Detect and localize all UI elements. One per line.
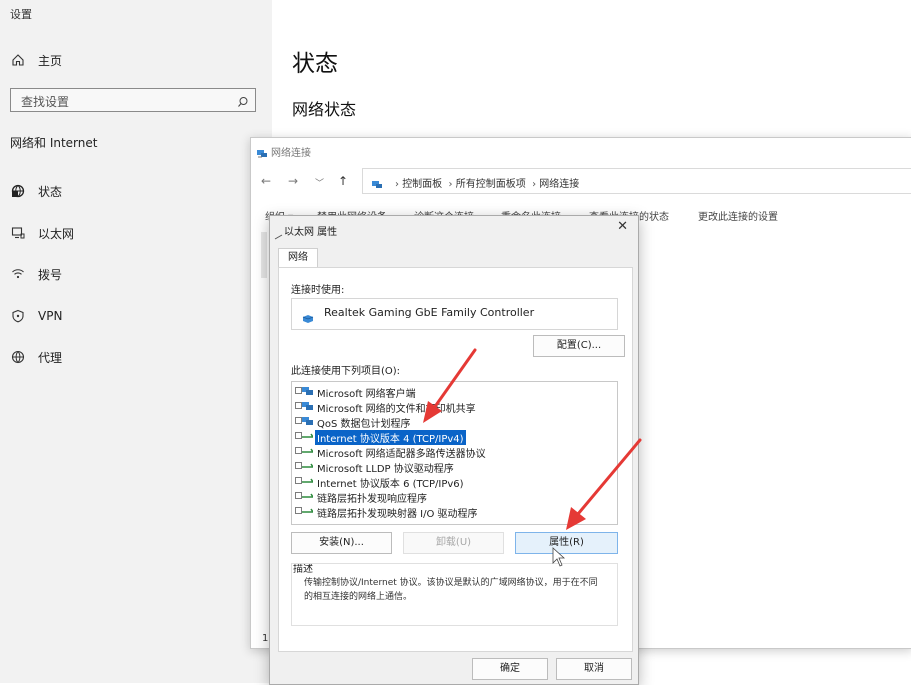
configure-button[interactable]: 配置(C)... [533, 335, 625, 357]
proxy-globe-icon [10, 349, 26, 365]
address-bar[interactable]: › 控制面板 › 所有控制面板项 › 网络连接 [362, 168, 911, 194]
list-item[interactable]: Microsoft 网络客户端 [292, 384, 617, 400]
home-icon [10, 52, 26, 68]
explorer-navbar: ← → ﹀ ↑ › 控制面板 › 所有控制面板项 › 网络连接 [251, 166, 911, 196]
list-item-selected[interactable]: Internet 协议版本 4 (TCP/IPv4) [292, 429, 617, 446]
list-item[interactable]: QoS 数据包计划程序 [292, 414, 617, 430]
network-adapter-icon [302, 309, 314, 328]
page-title: 状态 [292, 51, 338, 77]
item-checkbox[interactable] [295, 417, 302, 424]
page-subtitle: 网络状态 [292, 100, 357, 119]
protocol-icon [302, 446, 315, 457]
item-label: 链路层拓扑发现映射器 I/O 驱动程序 [317, 509, 478, 520]
item-checkbox[interactable] [295, 507, 302, 514]
explorer-titlebar[interactable]: 网络连接 [251, 138, 911, 164]
address-network-icon [371, 175, 383, 194]
list-item[interactable]: Microsoft 网络的文件和打印机共享 [292, 399, 617, 415]
network-client-icon [302, 386, 313, 399]
nav-proxy[interactable]: 代理 [0, 342, 272, 372]
item-label: Internet 协议版本 4 (TCP/IPv4) [314, 429, 467, 446]
network-folder-icon [256, 144, 268, 163]
description-text: 传输控制协议/Internet 协议。该协议是默认的广域网络协议，用于在不同的相… [304, 578, 598, 602]
settings-search-input[interactable]: 查找设置 [10, 88, 256, 112]
settings-app-title: 设置 [10, 8, 32, 21]
item-checkbox[interactable] [295, 432, 302, 439]
wifi-icon [10, 266, 26, 282]
explorer-title: 网络连接 [271, 148, 311, 159]
item-label: Microsoft 网络客户端 [317, 389, 416, 400]
breadcrumb-control-panel[interactable]: 控制面板 [402, 179, 442, 190]
settings-sidebar: 设置 主页 查找设置 网络和 Internet 状态 以太网 拨号 VPN 代理 [0, 0, 272, 683]
protocol-icon [302, 491, 315, 502]
file-share-icon [302, 401, 313, 414]
item-label: QoS 数据包计划程序 [317, 419, 411, 430]
adapter-field: Realtek Gaming GbE Family Controller [291, 298, 618, 330]
close-icon[interactable]: ✕ [617, 219, 628, 234]
breadcrumb-all-items[interactable]: 所有控制面板项 [456, 179, 526, 190]
cancel-button[interactable]: 取消 [556, 658, 632, 680]
nav-status-label: 状态 [38, 184, 63, 199]
item-label: Microsoft LLDP 协议驱动程序 [317, 464, 454, 475]
tab-network[interactable]: 网络 [278, 248, 318, 268]
ethernet-properties-dialog: 以太网 属性 ✕ 网络 连接时使用: Realtek Gaming GbE Fa… [269, 215, 639, 685]
item-checkbox[interactable] [295, 477, 302, 484]
properties-button[interactable]: 属性(R) [515, 532, 618, 554]
item-checkbox[interactable] [295, 387, 302, 394]
search-placeholder: 查找设置 [21, 95, 70, 109]
vpn-shield-icon [10, 308, 26, 324]
monitor-icon [10, 225, 26, 241]
install-button[interactable]: 安装(N)... [291, 532, 392, 554]
protocol-icon [302, 506, 315, 517]
item-label: Microsoft 网络的文件和打印机共享 [317, 404, 476, 415]
forward-arrow-icon[interactable]: → [288, 174, 298, 188]
qos-icon [302, 416, 313, 429]
nav-home[interactable]: 主页 [0, 45, 272, 75]
nav-dialup-label: 拨号 [38, 267, 63, 282]
item-label: Internet 协议版本 6 (TCP/IPv6) [317, 479, 464, 490]
item-checkbox[interactable] [295, 402, 302, 409]
globe-icon [10, 183, 26, 199]
nav-ethernet[interactable]: 以太网 [0, 218, 272, 248]
list-item[interactable]: Internet 协议版本 6 (TCP/IPv6) [292, 474, 617, 490]
uninstall-button[interactable]: 卸载(U) [403, 532, 504, 554]
items-label: 此连接使用下列项目(O): [291, 366, 401, 377]
list-item[interactable]: Microsoft LLDP 协议驱动程序 [292, 459, 617, 475]
nav-home-label: 主页 [38, 53, 63, 68]
item-label: 链路层拓扑发现响应程序 [317, 494, 427, 505]
network-tab-panel: 连接时使用: Realtek Gaming GbE Family Control… [278, 267, 633, 652]
nav-proxy-label: 代理 [38, 350, 63, 365]
breadcrumb-network-connections[interactable]: 网络连接 [539, 179, 579, 190]
nav-dialup[interactable]: 拨号 [0, 259, 272, 289]
item-checkbox[interactable] [295, 462, 302, 469]
item-count: 1 [262, 633, 269, 644]
connect-using-label: 连接时使用: [291, 285, 345, 296]
item-checkbox[interactable] [295, 492, 302, 499]
connection-item-stub[interactable] [261, 232, 267, 278]
recent-dropdown-icon[interactable]: ﹀ [315, 176, 324, 189]
up-arrow-icon[interactable]: ↑ [338, 174, 348, 188]
section-network-internet: 网络和 Internet [10, 136, 98, 150]
item-checkbox[interactable] [295, 447, 302, 454]
back-arrow-icon[interactable]: ← [261, 174, 271, 188]
description-group: 传输控制协议/Internet 协议。该协议是默认的广域网络协议，用于在不同的相… [291, 563, 618, 626]
ok-button[interactable]: 确定 [472, 658, 548, 680]
list-item[interactable]: 链路层拓扑发现响应程序 [292, 489, 617, 505]
protocol-icon [302, 476, 315, 487]
dialog-network-icon [274, 226, 283, 245]
list-item[interactable]: Microsoft 网络适配器多路传送器协议 [292, 444, 617, 460]
list-item[interactable]: 链路层拓扑发现映射器 I/O 驱动程序 [292, 504, 617, 520]
protocol-icon [302, 461, 315, 472]
search-icon [237, 93, 249, 112]
item-label: Microsoft 网络适配器多路传送器协议 [317, 449, 486, 460]
nav-ethernet-label: 以太网 [38, 226, 75, 241]
nav-status[interactable]: 状态 [0, 176, 272, 206]
connection-items-list[interactable]: Microsoft 网络客户端 Microsoft 网络的文件和打印机共享 Qo… [291, 381, 618, 525]
cmd-change-settings[interactable]: 更改此连接的设置 [698, 208, 778, 223]
adapter-name: Realtek Gaming GbE Family Controller [324, 306, 535, 319]
breadcrumb: › 控制面板 › 所有控制面板项 › 网络连接 [395, 179, 580, 190]
nav-vpn-label: VPN [38, 309, 63, 323]
protocol-icon [302, 431, 315, 442]
dialog-title: 以太网 属性 [284, 227, 338, 238]
nav-vpn[interactable]: VPN [0, 301, 272, 331]
